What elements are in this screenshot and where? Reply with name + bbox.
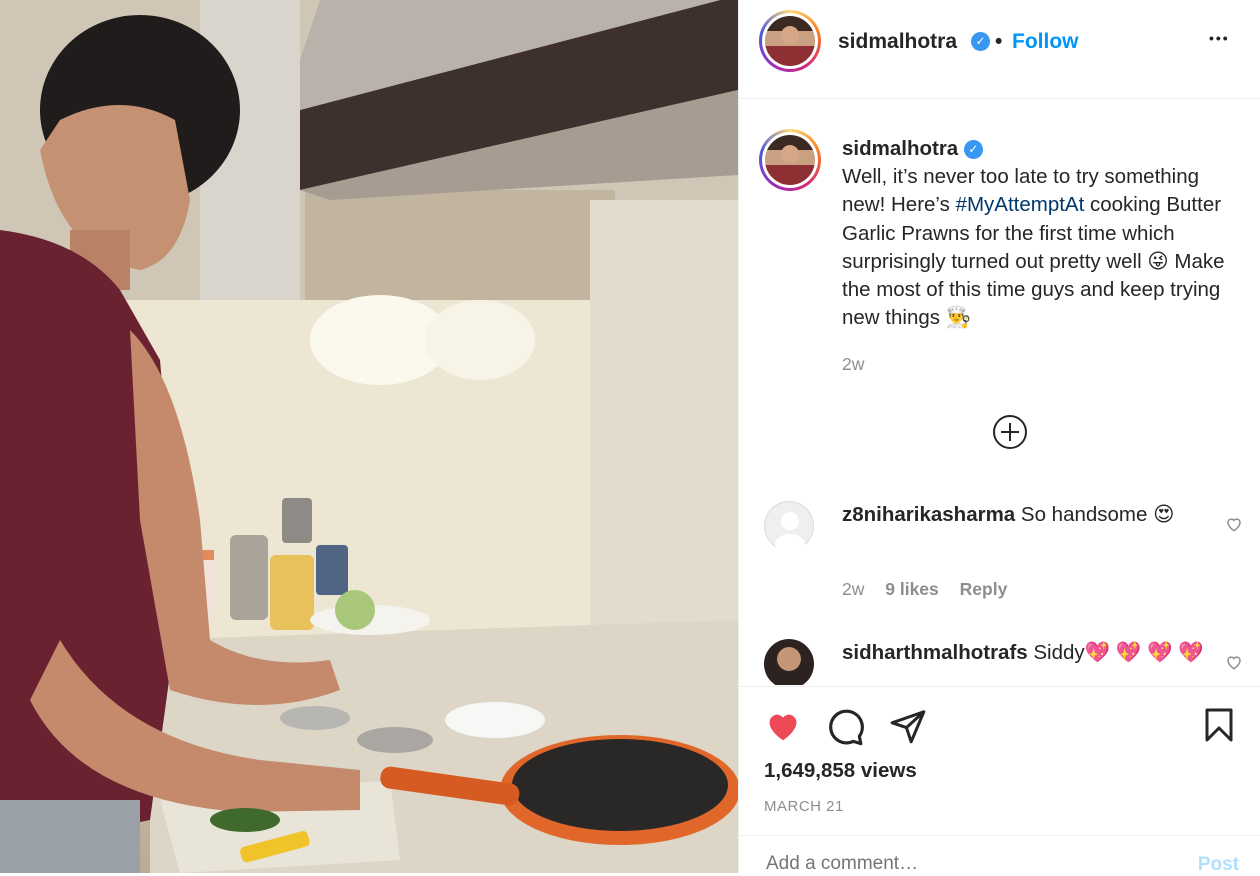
comment-meta: 2w 9 likes Reply <box>842 579 1023 600</box>
post-date[interactable]: MARCH 21 <box>764 798 844 815</box>
heart-outline-icon[interactable] <box>1225 653 1243 671</box>
post-details-panel: sidmalhotra ✓ • Follow ••• sidmalhotra ✓… <box>738 0 1260 876</box>
comment-text: sidharthmalhotrafs Siddy💖 💖 💖 💖 <box>842 639 1217 667</box>
author-avatar[interactable] <box>759 10 821 72</box>
bookmark-icon[interactable] <box>1201 705 1237 745</box>
comment-icon[interactable] <box>825 707 865 747</box>
comment-body: So handsome 😍 <box>1020 503 1175 526</box>
caption-hashtag[interactable]: #MyAttemptAt <box>956 193 1085 216</box>
comment-text: z8niharikasharma So handsome 😍 <box>842 501 1217 529</box>
verified-badge-icon: ✓ <box>971 32 990 51</box>
comment-username[interactable]: sidharthmalhotrafs <box>842 641 1028 664</box>
follow-button[interactable]: Follow <box>1012 30 1079 54</box>
heart-icon[interactable] <box>763 707 803 745</box>
post-actions: 1,649,858 views MARCH 21 Post <box>739 686 1260 876</box>
add-comment-bar: Post <box>739 835 1260 876</box>
avatar-image <box>765 16 815 66</box>
avatar-image <box>765 135 815 185</box>
default-avatar-icon[interactable] <box>764 501 814 554</box>
reply-button[interactable]: Reply <box>960 579 1008 599</box>
comment-input[interactable] <box>764 852 1148 876</box>
commenter-avatar[interactable] <box>764 639 814 685</box>
verified-badge-icon: ✓ <box>963 140 983 160</box>
post-video[interactable] <box>0 0 738 873</box>
comment-username[interactable]: z8niharikasharma <box>842 503 1015 526</box>
view-count[interactable]: 1,649,858 views <box>764 759 917 783</box>
heart-outline-icon[interactable] <box>1225 515 1243 533</box>
post-header: sidmalhotra ✓ • Follow ••• <box>739 0 1260 99</box>
comment-body: Siddy💖 💖 💖 💖 <box>1033 641 1204 664</box>
comment-time[interactable]: 2w <box>842 579 864 599</box>
more-options-icon[interactable]: ••• <box>1209 30 1230 46</box>
caption-avatar[interactable] <box>759 129 821 191</box>
caption-username[interactable]: sidmalhotra <box>842 137 958 160</box>
comments-scroll-area[interactable]: sidmalhotra ✓ Well, it’s never too late … <box>739 99 1260 685</box>
video-frame <box>0 0 738 873</box>
share-icon[interactable] <box>889 707 927 745</box>
post-caption: sidmalhotra ✓ Well, it’s never too late … <box>842 135 1247 379</box>
add-comment-circle-icon[interactable] <box>993 415 1027 449</box>
comment-likes[interactable]: 9 likes <box>885 579 939 599</box>
separator-dot: • <box>995 30 1003 53</box>
header-username[interactable]: sidmalhotra <box>838 30 957 54</box>
caption-time[interactable]: 2w <box>842 354 864 374</box>
